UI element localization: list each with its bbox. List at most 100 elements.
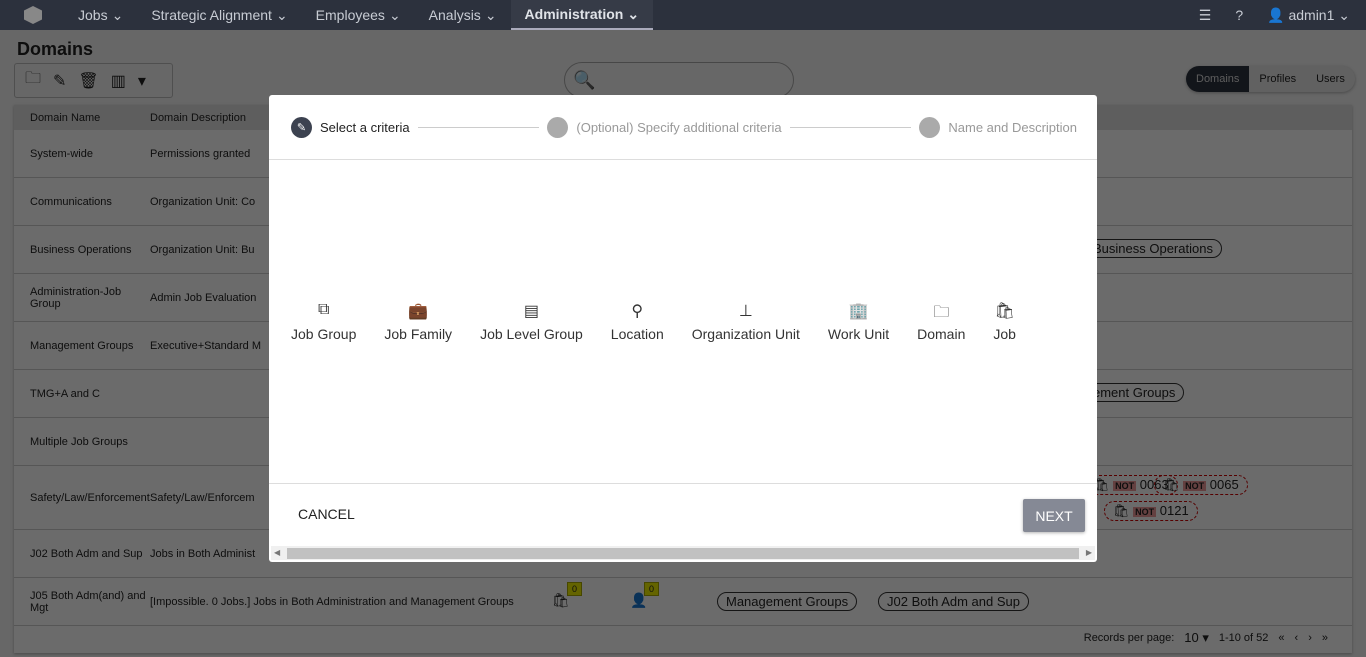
username: admin1	[1288, 6, 1335, 23]
nav-label: Strategic Alignment	[151, 7, 272, 23]
nav-label: Employees	[315, 7, 385, 23]
page-range: 1-10 of 52	[1218, 632, 1269, 644]
report-icon[interactable]: ▥	[111, 71, 126, 91]
delete-icon[interactable]: 🗑	[78, 71, 98, 91]
criteria-job-family[interactable]: 💼 Job Family	[384, 301, 452, 342]
tab-profiles[interactable]: Profiles	[1249, 66, 1306, 92]
domain-description: [Impossible. 0 Jobs.] Jobs in Both Admin…	[150, 595, 514, 608]
criteria-work-unit[interactable]: 🏢 Work Unit	[828, 301, 889, 342]
nav-label: Administration	[524, 6, 624, 22]
criteria-organization-unit[interactable]: ⊥ Organization Unit	[692, 301, 800, 342]
search-icon: 🔍	[573, 70, 596, 90]
help-icon[interactable]: ?	[1235, 7, 1243, 23]
domain-name: System-wide	[30, 147, 93, 160]
sliders-icon[interactable]: ☰	[1199, 7, 1212, 24]
folder-key-icon: 🗀	[933, 304, 950, 321]
domain-name: TMG+A and C	[30, 387, 101, 400]
chip-label: ement Groups	[1093, 385, 1176, 400]
create-domain-dialog: ✎ Select a criteria (Optional) Specify ad…	[269, 95, 1097, 562]
not-label: NOT	[1113, 481, 1137, 491]
criteria-location[interactable]: ⚲ Location	[611, 301, 664, 342]
next-page-icon[interactable]: ›	[1308, 632, 1312, 644]
job-group-icon: ⧉	[317, 301, 330, 318]
first-page-icon[interactable]: «	[1278, 632, 1284, 644]
step-label: Select a criteria	[320, 119, 410, 135]
edit-icon[interactable]: ✎	[53, 71, 66, 91]
map-pin-icon: ⚲	[631, 303, 644, 320]
levels-icon: ▤	[523, 303, 539, 320]
chip-label: 0065	[1209, 477, 1239, 492]
briefcase-filled-icon: 💼	[408, 303, 429, 320]
nav-label: Jobs	[78, 7, 108, 23]
employee-count-badge: 0	[644, 582, 660, 596]
step-label: Name and Description	[948, 119, 1077, 135]
job-count-badge: 0	[567, 582, 583, 596]
step-2: (Optional) Specify additional criteria	[547, 116, 782, 138]
criteria-label: Job Level Group	[480, 326, 583, 342]
chevron-down-icon: ⌄	[111, 6, 124, 23]
prev-page-icon[interactable]: ‹	[1295, 632, 1299, 644]
table-row[interactable]: J05 Both Adm(and) and Mgt [Impossible. 0 …	[14, 578, 1352, 626]
criteria-domain[interactable]: 🗀 Domain	[917, 301, 965, 342]
not-job-chip[interactable]: 🛍 NOT 0065	[1154, 475, 1248, 495]
records-per-page-label: Records per page:	[1083, 632, 1175, 644]
logo-icon[interactable]	[24, 6, 42, 24]
domain-chip[interactable]: Management Groups	[717, 592, 858, 611]
nav-label: Analysis	[428, 7, 481, 23]
chevron-down-icon: ⌄	[388, 6, 401, 23]
add-domain-icon[interactable]: 🗀	[25, 67, 41, 94]
nav-strategic-alignment[interactable]: Strategic Alignment ⌄	[137, 0, 301, 30]
not-job-chip[interactable]: 🛍 NOT 0121	[1104, 501, 1198, 521]
horizontal-scrollbar[interactable]: ◀ ▶	[271, 546, 1095, 560]
domain-chip[interactable]: ement Groups	[1084, 383, 1185, 402]
chevron-down-icon: ⌄	[627, 5, 640, 22]
criteria-label: Domain	[917, 326, 966, 342]
step-dot-icon	[919, 116, 941, 138]
not-label: NOT	[1183, 481, 1207, 491]
next-button[interactable]: NEXT	[1023, 499, 1085, 532]
nav-jobs[interactable]: Jobs ⌄	[64, 0, 137, 30]
criteria-label: Job Family	[384, 326, 453, 342]
scroll-right-icon[interactable]: ▶	[1086, 546, 1092, 560]
scroll-left-icon[interactable]: ◀	[274, 546, 280, 560]
per-page-select[interactable]: 10 ▾	[1184, 630, 1209, 646]
chip-label: Management Groups	[726, 594, 849, 609]
job-icon: 🛍	[1163, 477, 1180, 492]
criteria-label: Job	[993, 326, 1016, 342]
step-dot-icon	[547, 116, 569, 138]
dropdown-caret-icon[interactable]: ▾	[138, 71, 146, 91]
toolbar: 🗀 ✎ 🗑 ▥ ▾	[14, 63, 173, 98]
user-menu[interactable]: 👤 admin1 ⌄	[1267, 7, 1350, 24]
domain-name: Communications	[30, 195, 112, 208]
pencil-icon: ✎	[291, 116, 312, 138]
nav-administration[interactable]: Administration ⌄	[510, 0, 654, 30]
cancel-button[interactable]: CANCEL	[298, 506, 355, 522]
criteria-job-level-group[interactable]: ▤ Job Level Group	[480, 301, 583, 342]
not-label: NOT	[1133, 507, 1157, 517]
dialog-footer: CANCEL NEXT	[269, 483, 1097, 545]
scrollbar-thumb[interactable]	[287, 548, 1079, 559]
criteria-job-group[interactable]: ⧉ Job Group	[291, 301, 356, 342]
criteria-label: Job Group	[291, 326, 357, 342]
stepper: ✎ Select a criteria (Optional) Specify ad…	[269, 95, 1097, 160]
tab-users[interactable]: Users	[1306, 66, 1355, 92]
criteria-label: Work Unit	[827, 326, 890, 342]
domain-chip[interactable]: J02 Both Adm and Sup	[878, 592, 1029, 611]
criteria-job[interactable]: 🛍 Job	[993, 301, 1016, 342]
step-1: ✎ Select a criteria	[291, 116, 410, 138]
chip-label: 0121	[1159, 503, 1189, 518]
last-page-icon[interactable]: »	[1322, 632, 1328, 644]
col-domain-name[interactable]: Domain Name	[14, 112, 150, 124]
chevron-down-icon: ⌄	[484, 6, 497, 23]
nav-employees[interactable]: Employees ⌄	[302, 0, 415, 30]
per-page-value: 10	[1184, 630, 1199, 645]
domain-chip[interactable]: Business Operations	[1084, 239, 1222, 258]
briefcase-outline-icon: 🛍	[994, 303, 1015, 320]
job-icon: 🛍	[1113, 503, 1130, 518]
domain-name: Multiple Job Groups	[30, 435, 128, 448]
building-icon: 🏢	[848, 303, 869, 320]
nav-analysis[interactable]: Analysis ⌄	[415, 0, 511, 30]
search-input[interactable]: 🔍	[564, 62, 794, 98]
chevron-down-icon: ⌄	[275, 6, 288, 23]
tab-domains[interactable]: Domains	[1186, 66, 1250, 92]
